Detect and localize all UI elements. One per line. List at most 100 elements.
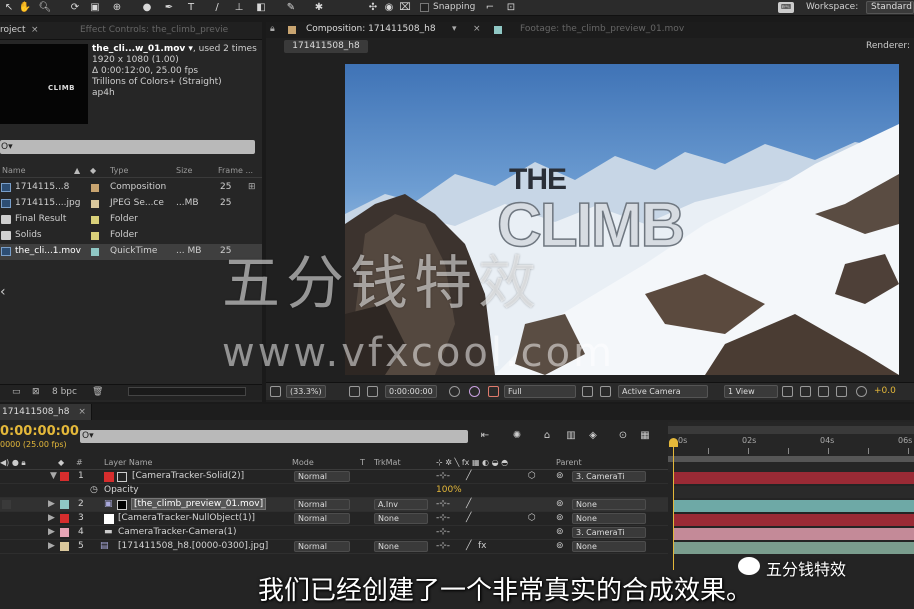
pick-whip-icon[interactable]: ⊚ [556,513,564,523]
pick-whip-icon[interactable]: ⊚ [556,527,564,537]
snap-edge-icon[interactable]: ⌐ [483,1,497,14]
layer-name[interactable]: [the_climb_preview_01.mov] [130,498,267,510]
tab-composition[interactable]: Composition: 171411508_h8 [306,24,436,34]
blend-mode-select[interactable]: Normal [294,471,350,482]
toggle-mask-icon[interactable] [367,386,378,397]
pan-behind-tool-icon[interactable]: ⊕ [110,1,124,14]
layer-name[interactable]: [CameraTracker-Solid(2)] [132,471,244,481]
layer-label-swatch[interactable] [60,542,69,551]
stopwatch-icon[interactable]: ◷ [90,485,98,495]
pick-whip-icon[interactable]: ⊚ [556,541,564,551]
label-swatch[interactable] [91,184,99,192]
show-channel-icon[interactable] [469,386,480,397]
new-folder-icon[interactable]: ▭ [12,387,21,397]
bpc-label[interactable]: 8 bpc [52,387,77,397]
switch-quality-icon[interactable]: ╱ [466,471,471,481]
view-axis-icon[interactable]: ⌧ [398,1,412,14]
camera-view-select[interactable]: Active Camera [618,385,708,398]
expand-arrow-icon[interactable]: ▶ [48,527,55,537]
work-area-bar[interactable] [668,456,914,462]
pixel-aspect-icon[interactable] [782,386,793,397]
expand-arrow-icon[interactable]: ▶ [48,499,55,509]
draft-3d-icon[interactable]: ✺ [510,430,524,442]
selection-tool-icon[interactable]: ↖ [2,1,16,14]
switch-shy-icon[interactable]: -⊹- [436,499,450,509]
tab-project[interactable]: roject [0,25,26,35]
layer-label-swatch[interactable] [60,514,69,523]
column-parent[interactable]: Parent [556,458,582,467]
grid-guide-icon[interactable] [349,386,360,397]
eraser-tool-icon[interactable]: ◧ [254,1,268,14]
tab-timeline-comp[interactable]: 171411508_h8 × [0,404,92,420]
renderer-label[interactable]: Renderer: [866,41,910,51]
frame-blending-icon[interactable]: ▥ [564,430,578,442]
effects-icon[interactable]: fx [478,541,487,551]
opacity-value[interactable]: 100% [436,485,462,495]
graph-editor-icon[interactable]: ⊙ [616,430,630,442]
lock-icon[interactable]: 🔒︎ [270,24,275,34]
motion-blur-icon[interactable]: ◈ [586,430,600,442]
label-swatch[interactable] [91,248,99,256]
workspace-select[interactable]: Standard [866,1,914,14]
project-horizontal-scrollbar[interactable] [128,387,246,396]
video-switch[interactable] [2,500,11,509]
composition-viewer[interactable]: THE CLIMB [345,64,899,375]
shape-tool-icon[interactable]: ● [140,1,154,14]
project-item-final-result[interactable]: Final Result Folder [0,212,262,228]
expand-arrow-icon[interactable]: ▶ [48,541,55,551]
parent-select[interactable]: None [572,541,646,552]
current-time-field[interactable]: 0:00:00:00 [385,385,437,398]
time-navigator[interactable] [668,426,914,434]
exposure-value[interactable]: +0.0 [874,386,896,396]
flowchart-icon[interactable] [836,386,847,397]
fast-previews-icon[interactable] [800,386,811,397]
layer-bar-2[interactable] [674,500,914,512]
expand-arrow-icon[interactable]: ▶ [48,513,55,523]
label-swatch[interactable] [91,216,99,224]
roto-brush-tool-icon[interactable]: ✎ [284,1,298,14]
project-search-input[interactable]: O▾ [0,140,255,154]
blend-mode-select[interactable]: Normal [294,513,350,524]
layer-bar-4[interactable] [674,528,914,540]
column-trkmat[interactable]: TrkMat [374,458,401,467]
3d-layer-icon[interactable]: ⬡ [528,471,536,481]
layer-label-swatch[interactable] [60,472,69,481]
switch-shy-icon[interactable]: -⊹- [436,513,450,523]
switch-quality-icon[interactable]: ╱ [466,513,471,523]
pen-tool-icon[interactable]: ✒ [162,1,176,14]
pick-whip-icon[interactable]: ⊚ [556,471,564,481]
comp-breadcrumb[interactable]: 171411508_h8 [284,40,368,53]
brush-tool-icon[interactable]: / [210,1,224,14]
view-layout-select[interactable]: 1 View [724,385,778,398]
layer-name[interactable]: CameraTracker-Camera(1) [118,527,237,537]
close-icon[interactable]: × [473,24,481,34]
snapshot-icon[interactable] [449,386,460,397]
transparency-grid-icon[interactable] [600,386,611,397]
timeline-search-input[interactable]: O▾ [80,430,468,443]
column-mode[interactable]: Mode [292,458,314,467]
local-axis-icon[interactable]: ✣ [366,1,380,14]
parent-select[interactable]: None [572,513,646,524]
tab-footage[interactable]: Footage: the_climb_preview_01.mov [520,24,684,34]
parent-select[interactable]: 3. CameraTi [572,527,646,538]
switch-shy-icon[interactable]: -⊹- [436,541,450,551]
layer-name[interactable]: [CameraTracker-NullObject(1)] [118,513,255,523]
region-of-interest-icon[interactable] [582,386,593,397]
switch-quality-icon[interactable]: ╱ [466,499,471,509]
layer-bar-1[interactable] [674,472,914,484]
layer-bar-5[interactable] [674,542,914,554]
puppet-tool-icon[interactable]: ✱ [312,1,326,14]
blend-mode-select[interactable]: Normal [294,541,350,552]
footage-name[interactable]: the_cli...w_01.mov ▾ [92,44,193,54]
sort-up-icon[interactable]: ▲ [74,166,80,175]
label-swatch[interactable] [91,200,99,208]
layer-label-swatch[interactable] [60,528,69,537]
column-name[interactable]: Name [2,166,26,175]
zoom-tool-icon[interactable]: 🔍︎ [38,1,52,14]
hand-tool-icon[interactable]: ✋ [18,1,32,14]
layer-property-opacity[interactable]: ◷ Opacity 100% [0,484,668,498]
brainstorm-icon[interactable]: ▦ [638,430,652,442]
layer-row-5[interactable]: ▶ 5 ▤ [171411508_h8.[0000-0300].jpg] Nor… [0,540,668,554]
clone-stamp-tool-icon[interactable]: ⊥ [232,1,246,14]
keyboard-icon[interactable]: ⌨ [778,2,794,13]
